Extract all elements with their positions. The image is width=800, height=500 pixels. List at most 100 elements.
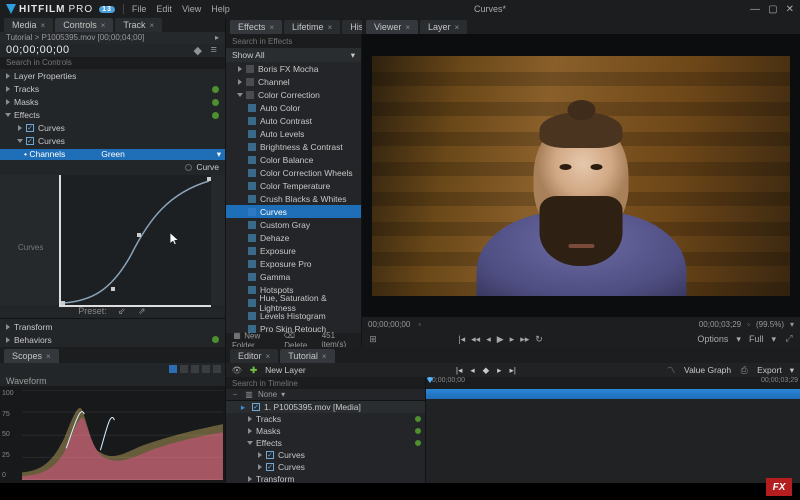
disclosure-icon[interactable] — [238, 66, 242, 72]
disclosure-icon[interactable] — [238, 79, 242, 85]
add-track-button[interactable] — [212, 86, 219, 93]
goto-start-icon[interactable]: |◂ — [458, 334, 465, 345]
menu-help[interactable]: Help — [211, 4, 230, 14]
effects-folder[interactable]: Color Correction — [258, 90, 320, 100]
visibility-icon[interactable]: 👁 — [232, 365, 242, 375]
prev-frame-icon[interactable]: ◂◂ — [471, 334, 480, 345]
timeline[interactable]: 00;00;00;00 00;00;03;29 — [426, 377, 800, 483]
safe-zones-icon[interactable]: ⊞ — [368, 334, 378, 344]
effect-item[interactable]: Exposure — [226, 244, 361, 257]
effect-item[interactable]: Hue, Saturation & Lightness — [226, 296, 361, 309]
disclosure-icon[interactable] — [6, 73, 10, 79]
disclosure-open-icon[interactable] — [5, 113, 11, 117]
transform-group[interactable]: Transform — [256, 474, 294, 483]
effect-enable-checkbox[interactable] — [26, 124, 34, 132]
disclosure-open-icon[interactable] — [237, 93, 243, 97]
blend-mode-value[interactable]: None — [258, 390, 277, 399]
window-controls[interactable]: — ▢ ✕ — [750, 4, 794, 15]
preset-save-icon[interactable]: ⇗ — [137, 306, 147, 316]
timeline-ruler[interactable]: 00;00;00;00 00;00;03;29 — [426, 377, 800, 389]
editor-tabbar[interactable]: Editor× Tutorial× — [226, 347, 800, 363]
left-tabbar[interactable]: Media× Controls× Track× — [0, 18, 225, 32]
dropdown-icon[interactable]: ▾ — [217, 149, 221, 160]
preset-load-icon[interactable]: ⇙ — [117, 306, 127, 316]
effect-item[interactable]: Gamma — [226, 270, 361, 283]
effect-item[interactable]: Auto Levels — [226, 127, 361, 140]
zoom-dropdown-icon[interactable]: ▾ — [790, 320, 794, 329]
effects-search[interactable] — [226, 34, 361, 48]
effect-item[interactable]: Auto Color — [226, 101, 361, 114]
curve-editor[interactable]: Curves — [0, 175, 225, 305]
new-layer-plus-icon[interactable]: ✚ — [250, 365, 257, 376]
new-layer-button[interactable]: New Layer — [265, 365, 306, 375]
next-frame-icon[interactable]: ▸▸ — [520, 334, 529, 345]
disclosure-open-icon[interactable] — [17, 139, 23, 143]
effect-item[interactable]: Exposure Pro — [226, 257, 361, 270]
tab-viewer[interactable]: Viewer× — [366, 20, 418, 34]
effects-folder[interactable]: Channel — [258, 77, 290, 87]
menu-edit[interactable]: Edit — [156, 4, 172, 14]
add-behavior-button[interactable] — [212, 336, 219, 343]
value-graph-icon[interactable]: 〽 — [666, 365, 676, 375]
tab-track[interactable]: Track× — [115, 18, 162, 32]
viewer-canvas[interactable] — [362, 34, 800, 317]
effect-enable-checkbox[interactable] — [26, 137, 34, 145]
disclosure-icon[interactable] — [6, 324, 10, 330]
effect-item[interactable]: Curves — [226, 205, 361, 218]
kf-nav-icon[interactable]: |◂ — [456, 365, 462, 376]
scope-mode-icon[interactable] — [180, 365, 188, 373]
timecode-field[interactable]: 00;00;00;00 ◆ ≡ — [0, 44, 225, 57]
export-button[interactable]: Export — [757, 365, 782, 375]
dropdown-icon[interactable]: ▾ — [790, 365, 794, 376]
keyframe-prev-icon[interactable]: ◆ — [193, 45, 203, 55]
tracks-group[interactable]: Tracks — [256, 414, 281, 424]
effect-item[interactable]: Custom Gray — [226, 218, 361, 231]
effects-group[interactable]: Effects — [256, 438, 282, 448]
disclosure-icon[interactable] — [6, 99, 10, 105]
layer-clip-name[interactable]: 1. P1005395.mov [Media] — [264, 402, 361, 412]
dropdown-icon[interactable]: ▾ — [281, 390, 285, 399]
viewer-options[interactable]: Options — [697, 334, 728, 345]
scope-mode-toolbar[interactable] — [0, 363, 225, 375]
disclosure-icon[interactable] — [18, 125, 22, 131]
menu-icon[interactable]: ≡ — [209, 45, 219, 55]
viewer-quality[interactable]: Full — [749, 334, 764, 345]
transport-bar[interactable]: ⊞ |◂ ◂◂ ◂ ▶ ▸ ▸▸ ↻ Options▾ Full▾ ⤢ — [362, 331, 800, 347]
layer-visible-checkbox[interactable] — [252, 403, 260, 411]
effects-tree[interactable]: Boris FX Mocha Channel Color Correction … — [226, 62, 361, 333]
export-icon[interactable]: ⎙ — [739, 365, 749, 375]
tab-layer[interactable]: Layer× — [420, 20, 467, 34]
step-back-icon[interactable]: ◂ — [486, 334, 491, 345]
value-graph-button[interactable]: Value Graph — [684, 365, 731, 375]
play-icon[interactable]: ▶ — [497, 334, 504, 345]
step-fwd-icon[interactable]: ▸ — [510, 334, 515, 345]
effect-curves-b[interactable]: Curves — [38, 136, 65, 146]
timeline-layer-tree[interactable]: ⎯ ▥ None ▾ ▸1. P1005395.mov [Media] Trac… — [226, 377, 426, 483]
masks-group[interactable]: Masks — [256, 426, 281, 436]
tab-controls[interactable]: Controls× — [55, 18, 113, 32]
effect-item[interactable]: Crush Blacks & Whites — [226, 192, 361, 205]
add-effect-button[interactable] — [212, 112, 219, 119]
delete-icon[interactable]: ⌫ — [284, 331, 294, 341]
effects-search-input[interactable] — [226, 37, 361, 46]
effect-item[interactable]: Dehaze — [226, 231, 361, 244]
scope-mode-icon[interactable] — [191, 365, 199, 373]
disclosure-icon[interactable] — [6, 86, 10, 92]
effect-enable-checkbox[interactable] — [266, 451, 274, 459]
new-folder-icon[interactable]: ▦ — [232, 331, 242, 341]
tab-lifetime[interactable]: Lifetime× — [284, 20, 340, 34]
tab-effects[interactable]: Effects× — [230, 20, 282, 34]
scopes-tabbar[interactable]: Scopes× — [0, 347, 225, 363]
main-menu[interactable]: File Edit View Help — [132, 4, 230, 14]
tab-media[interactable]: Media× — [4, 18, 53, 32]
effect-item[interactable]: Color Balance — [226, 153, 361, 166]
controls-search-input[interactable] — [0, 58, 225, 67]
timeline-search-input[interactable] — [226, 379, 425, 388]
effects-tabbar[interactable]: Effects× Lifetime× His — [226, 18, 361, 34]
dropdown-icon[interactable]: ▾ — [351, 50, 355, 61]
tab-scopes[interactable]: Scopes× — [4, 349, 59, 363]
expand-icon[interactable]: ⤢ — [784, 334, 794, 344]
minimize-button[interactable]: — — [750, 4, 760, 15]
viewer-tabbar[interactable]: Viewer× Layer× — [362, 18, 800, 34]
effects-folder[interactable]: Boris FX Mocha — [258, 64, 318, 74]
